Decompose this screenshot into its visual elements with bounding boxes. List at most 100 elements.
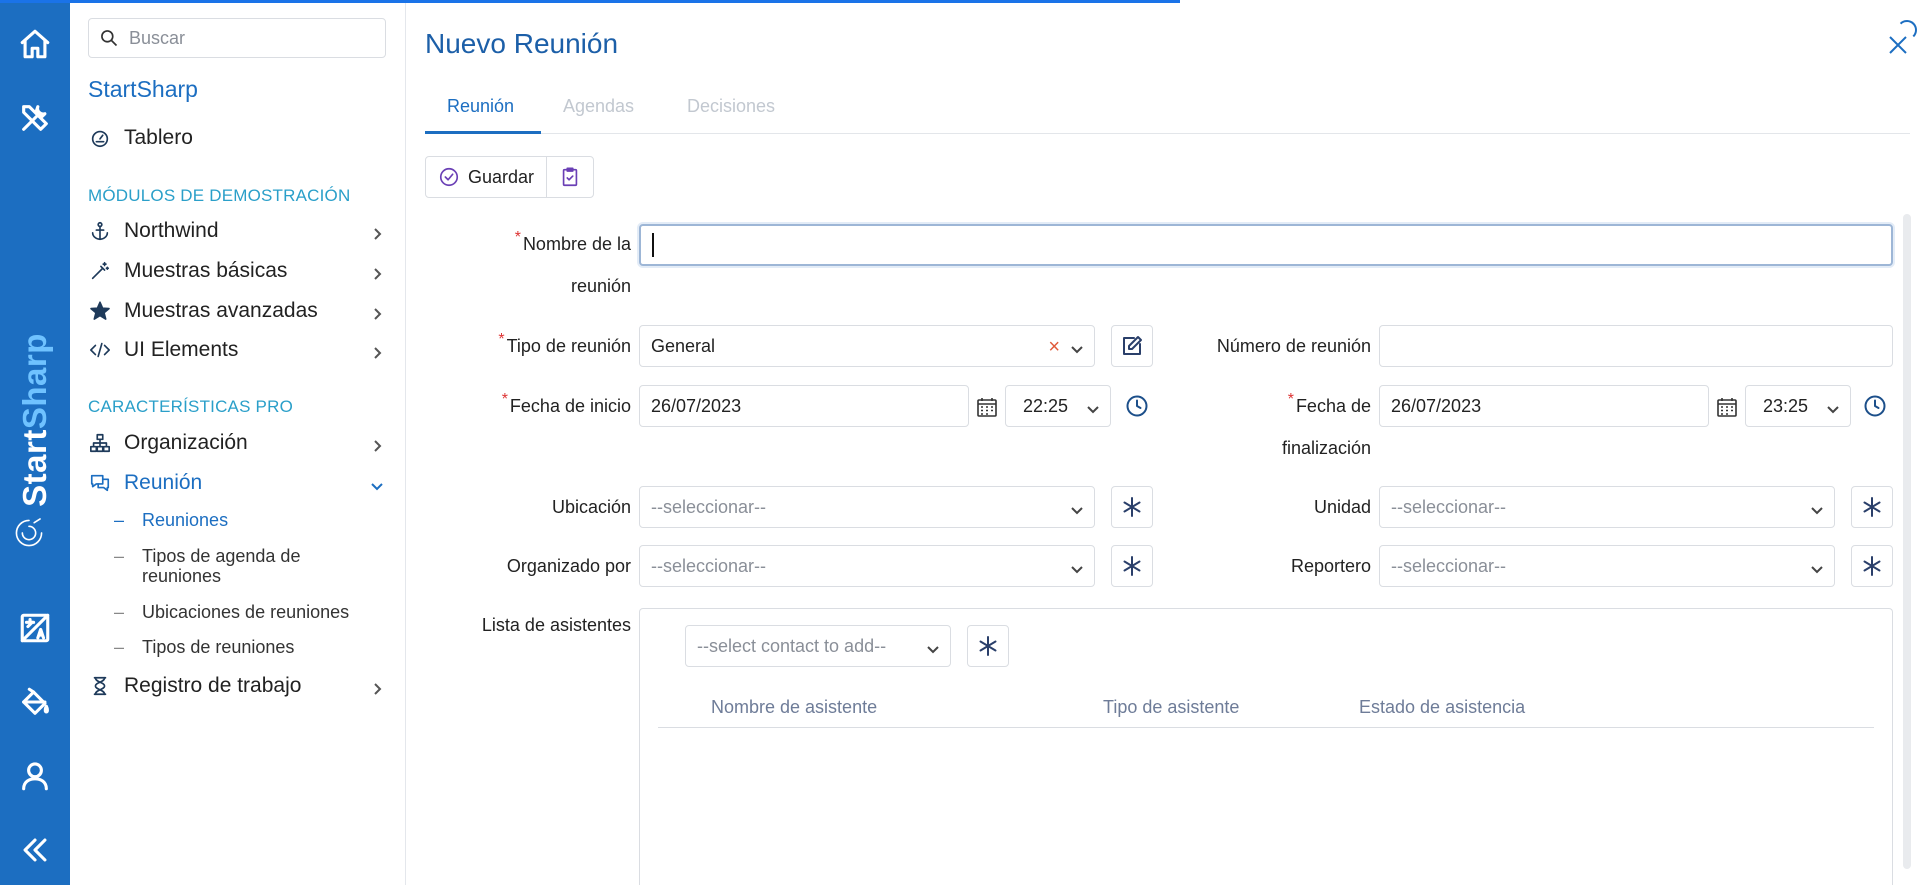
code-icon xyxy=(88,338,112,362)
translate-icon[interactable] xyxy=(15,608,55,648)
chevron-down-icon xyxy=(1826,400,1840,414)
number-label: Número de reunión xyxy=(1216,336,1371,356)
sidebar-item-label: Organización xyxy=(124,431,248,454)
chevron-right-icon xyxy=(370,678,384,695)
contact-placeholder: --select contact to add-- xyxy=(697,635,887,656)
end-date-input[interactable]: 26/07/2023 xyxy=(1379,385,1709,427)
sidebar-item-label: Reunión xyxy=(124,471,203,494)
meeting-type-select[interactable]: General × xyxy=(639,325,1095,367)
user-icon[interactable] xyxy=(15,756,55,796)
sidebar-subitem-label: Ubicaciones de reuniones xyxy=(142,602,350,622)
sidebar-item-advanced-samples[interactable]: Muestras avanzadas xyxy=(88,295,388,327)
anchor-icon xyxy=(88,219,112,243)
chat-icon xyxy=(88,471,112,495)
hourglass-icon xyxy=(88,674,112,698)
calendar-icon[interactable] xyxy=(976,396,998,418)
sidebar-item-label: Northwind xyxy=(124,219,219,242)
sidebar-item-label: Muestras básicas xyxy=(124,259,288,282)
type-label: * Tipo de reunión xyxy=(498,331,631,356)
chevron-down-icon xyxy=(926,640,940,654)
end-time-clock-button[interactable] xyxy=(1857,385,1893,427)
sidebar-subitem-meeting-types[interactable]: – Tipos de reuniones xyxy=(114,637,384,658)
section-demo-heading: MÓDULOS DE DEMOSTRACIÓN xyxy=(88,186,351,205)
sidebar-subitem-label: Reuniones xyxy=(142,510,229,530)
sidebar-subitem-label: Tipos de agenda de reuniones xyxy=(142,546,301,586)
start-date-input[interactable]: 26/07/2023 xyxy=(639,385,969,427)
tools-icon[interactable] xyxy=(15,98,55,138)
organizer-placeholder: --seleccionar-- xyxy=(651,555,767,576)
location-select[interactable]: --seleccionar-- xyxy=(639,486,1095,528)
sidebar-subitem-locations[interactable]: – Ubicaciones de reuniones xyxy=(114,602,384,623)
home-icon[interactable] xyxy=(15,24,55,64)
meeting-name-input[interactable] xyxy=(639,224,1893,266)
save-label: Guardar xyxy=(468,166,535,187)
clear-icon[interactable]: × xyxy=(1048,336,1060,359)
sidebar-item-label: Muestras avanzadas xyxy=(124,299,318,322)
sidebar-item-organization[interactable]: Organización xyxy=(88,427,388,459)
organizer-label: Organizado por xyxy=(506,556,631,576)
asterisk-icon xyxy=(1863,556,1881,576)
collapse-icon[interactable] xyxy=(15,830,55,870)
app-title[interactable]: StartSharp xyxy=(88,76,198,103)
add-reporter-button[interactable] xyxy=(1851,545,1893,587)
brand-sharp: Sharp xyxy=(16,333,53,430)
add-contact-button[interactable] xyxy=(967,625,1009,667)
brand-logo-icon xyxy=(12,516,58,562)
scrollbar[interactable] xyxy=(1903,214,1911,869)
end-time-value: 23:25 xyxy=(1763,395,1809,416)
end-time-select[interactable]: 23:25 xyxy=(1745,385,1851,427)
unit-placeholder: --seleccionar-- xyxy=(1391,496,1507,517)
apply-button[interactable] xyxy=(546,157,593,197)
chevron-down-icon xyxy=(1086,400,1100,414)
calendar-icon[interactable] xyxy=(1716,396,1738,418)
asterisk-icon xyxy=(1123,556,1141,576)
sidebar-item-label: Registro de trabajo xyxy=(124,674,302,697)
start-label: * Fecha de inicio xyxy=(501,391,631,416)
section-pro-heading: CARACTERÍSTICAS PRO xyxy=(88,397,293,416)
unit-select[interactable]: --seleccionar-- xyxy=(1379,486,1835,528)
chevron-down-icon xyxy=(1810,501,1824,515)
end-date-value: 26/07/2023 xyxy=(1391,395,1482,416)
sidebar-subitem-agenda-types[interactable]: – Tipos de agenda de reuniones xyxy=(114,546,384,586)
save-button[interactable]: Guardar xyxy=(426,157,546,197)
meeting-number-input[interactable] xyxy=(1379,325,1893,367)
asterisk-icon xyxy=(1123,497,1141,517)
sidebar-item-worklog[interactable]: Registro de trabajo xyxy=(88,670,388,702)
attendees-grid: --select contact to add-- Nombre de asis… xyxy=(639,608,1893,885)
tab-agendas[interactable]: Agendas xyxy=(563,96,634,117)
sidebar-item-basic-samples[interactable]: Muestras básicas xyxy=(88,255,388,287)
tab-meeting[interactable]: Reunión xyxy=(447,96,514,117)
sidebar-subitem-meetings[interactable]: – Reuniones xyxy=(114,510,384,531)
search-icon xyxy=(101,30,118,47)
column-header-attendee-type[interactable]: Tipo de asistente xyxy=(1103,697,1239,718)
add-unit-button[interactable] xyxy=(1851,486,1893,528)
active-tab-indicator xyxy=(425,131,541,134)
chevron-right-icon xyxy=(370,303,384,320)
reporter-select[interactable]: --seleccionar-- xyxy=(1379,545,1835,587)
chevron-down-icon xyxy=(1070,560,1084,574)
wand-icon xyxy=(88,259,112,283)
tab-decisions[interactable]: Decisiones xyxy=(687,96,775,117)
sidebar-item-label: UI Elements xyxy=(124,338,239,361)
asterisk-icon xyxy=(1863,497,1881,517)
paint-bucket-icon[interactable] xyxy=(15,682,55,722)
sidebar-item-dashboard[interactable]: Tablero xyxy=(88,122,388,154)
close-icon[interactable] xyxy=(1885,32,1911,58)
sidebar-item-label: Tablero xyxy=(124,126,193,149)
sidebar-item-meeting[interactable]: Reunión xyxy=(88,467,388,499)
header-divider xyxy=(658,727,1874,728)
sidebar: Buscar StartSharp Tablero MÓDULOS DE DEM… xyxy=(70,0,406,885)
contact-select[interactable]: --select contact to add-- xyxy=(685,625,951,667)
sidebar-item-ui-elements[interactable]: UI Elements xyxy=(88,334,388,366)
sitemap-icon xyxy=(88,431,112,455)
organizer-select[interactable]: --seleccionar-- xyxy=(639,545,1095,587)
column-header-attendee-name[interactable]: Nombre de asistente xyxy=(711,697,877,718)
start-time-select[interactable]: 22:25 xyxy=(1005,385,1111,427)
chevron-down-icon xyxy=(1070,501,1084,515)
search-input[interactable]: Buscar xyxy=(88,18,386,58)
end-label-line2: finalización xyxy=(1281,438,1371,458)
sidebar-item-northwind[interactable]: Northwind xyxy=(88,215,388,247)
chevron-down-icon xyxy=(1810,560,1824,574)
column-header-attendance-status[interactable]: Estado de asistencia xyxy=(1359,697,1525,718)
toolbar: Guardar xyxy=(425,156,595,198)
